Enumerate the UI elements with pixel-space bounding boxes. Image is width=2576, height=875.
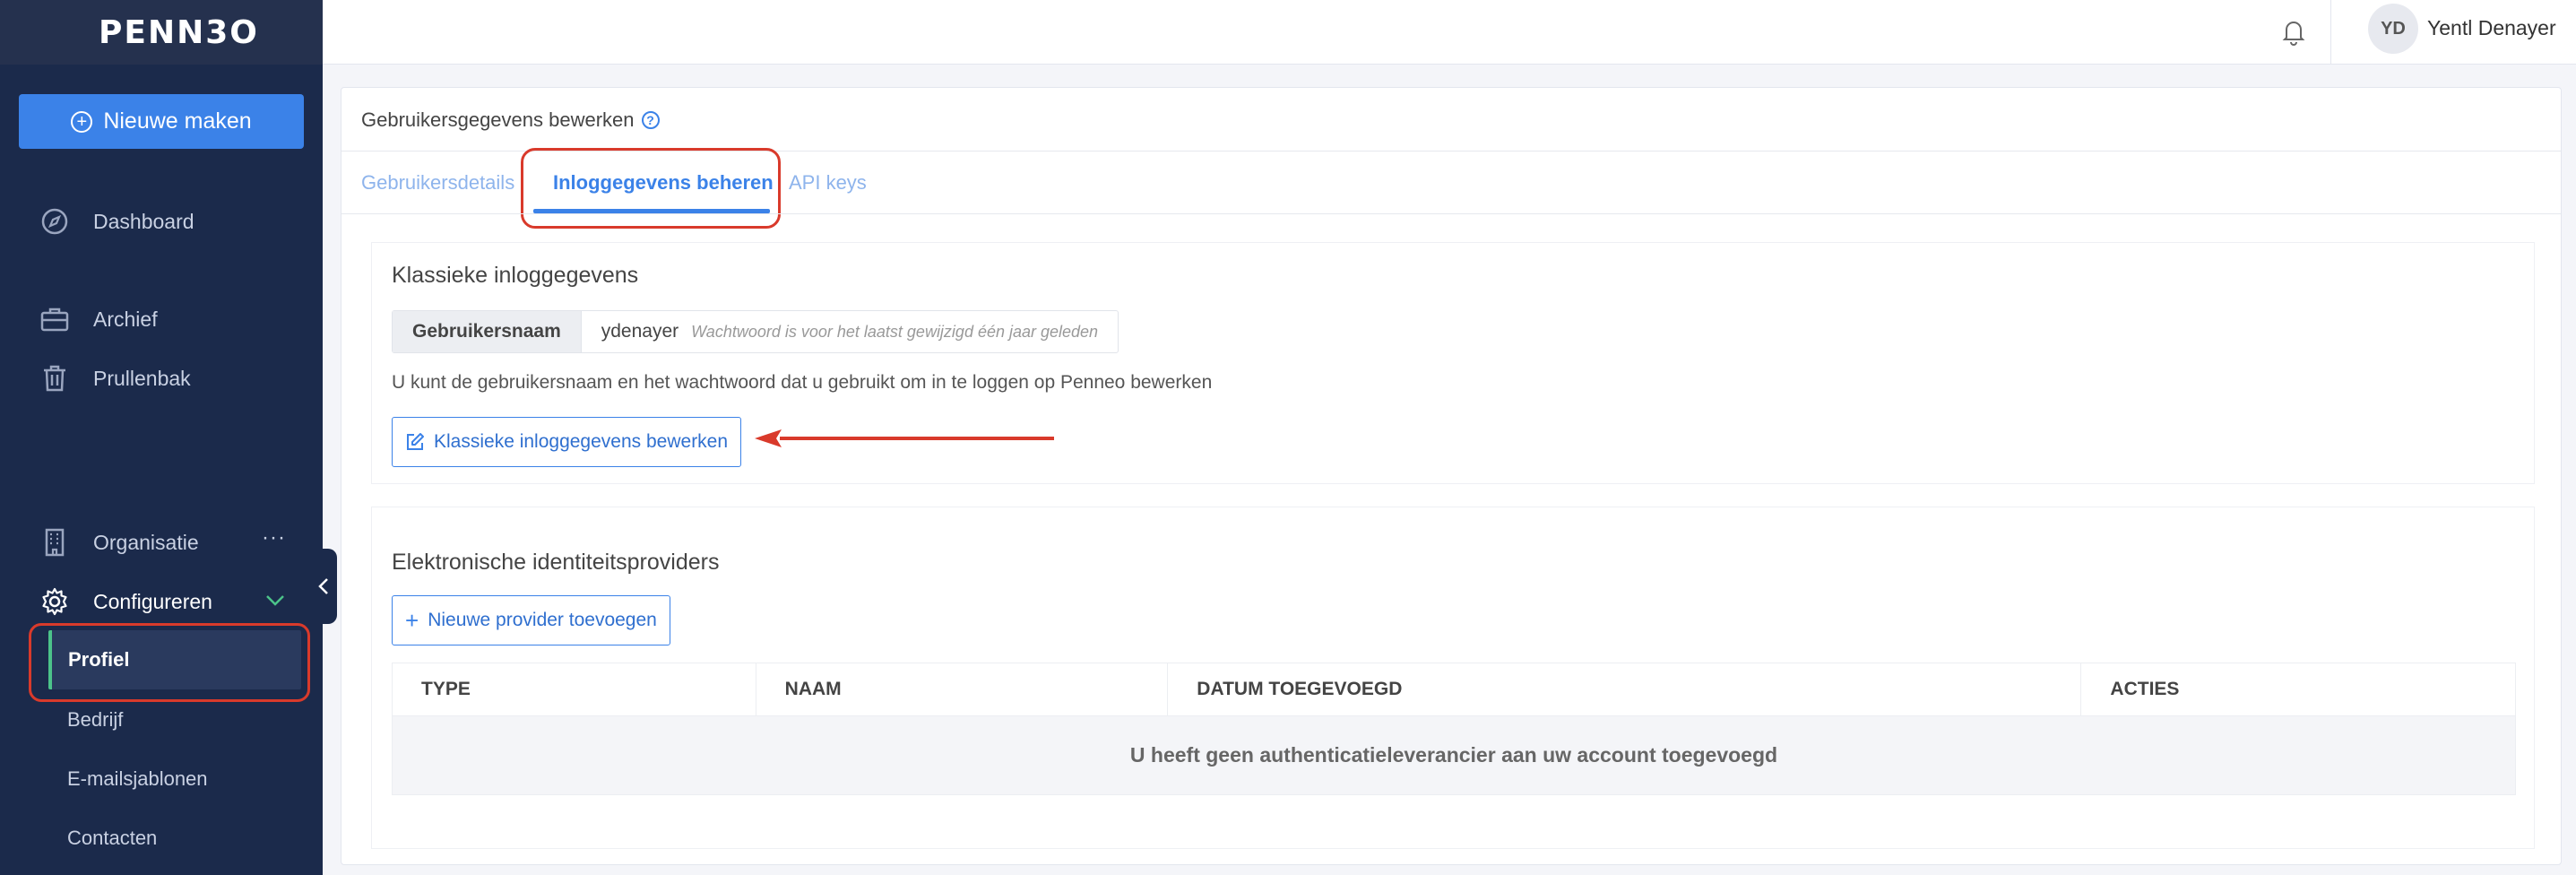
plus-circle-icon: + bbox=[71, 110, 93, 133]
avatar[interactable]: YD bbox=[2368, 4, 2418, 54]
sidebar-item-organisatie[interactable]: Organisatie bbox=[39, 527, 199, 558]
chevron-left-icon bbox=[318, 578, 328, 594]
sidebar-header: PENN3O bbox=[0, 0, 323, 65]
password-hint: Wachtwoord is voor het laatst gewijzigd … bbox=[691, 322, 1099, 341]
sidebar-item-dashboard[interactable]: Dashboard bbox=[39, 206, 194, 237]
trash-icon bbox=[44, 365, 65, 392]
sidebar-subitem-emailsjablonen[interactable]: E-mailsjablonen bbox=[67, 767, 208, 791]
briefcase-icon bbox=[40, 308, 69, 332]
table-header: TYPE NAAM DATUM TOEGEVOEGD ACTIES bbox=[392, 663, 2516, 716]
username-value: ydenayer bbox=[601, 321, 679, 342]
building-icon bbox=[45, 528, 65, 557]
sidebar-item-label: Prullenbak bbox=[93, 366, 191, 390]
sidebar-item-archief[interactable]: Archief bbox=[39, 304, 158, 334]
new-document-button[interactable]: + Nieuwe maken bbox=[19, 94, 304, 149]
identity-providers-section: Elektronische identiteitsproviders + Nie… bbox=[371, 507, 2535, 849]
column-header-type[interactable]: TYPE bbox=[393, 663, 756, 715]
edit-button-label: Klassieke inloggegevens bewerken bbox=[434, 431, 729, 452]
username-label: Gebruikersnaam bbox=[393, 311, 582, 352]
sidebar-item-label: Dashboard bbox=[93, 209, 194, 233]
plus-icon: + bbox=[405, 607, 419, 634]
sidebar: PENN3O + Nieuwe maken Dashboard Archief … bbox=[0, 0, 323, 875]
help-icon[interactable]: ? bbox=[641, 111, 660, 129]
column-header-datum[interactable]: DATUM TOEGEVOEGD bbox=[1168, 663, 2082, 715]
annotation-arrow bbox=[755, 429, 1054, 447]
add-provider-button[interactable]: + Nieuwe provider toevoegen bbox=[392, 595, 670, 645]
sidebar-subitem-contacten[interactable]: Contacten bbox=[67, 827, 157, 850]
page-title: Gebruikersgegevens bewerken ? bbox=[361, 108, 660, 132]
add-provider-label: Nieuwe provider toevoegen bbox=[428, 610, 657, 630]
edit-user-card: Gebruikersgegevens bewerken ? Gebruikers… bbox=[341, 87, 2562, 865]
credentials-description: U kunt de gebruikersnaam en het wachtwoo… bbox=[392, 372, 1213, 393]
annotation-highlight-profiel bbox=[29, 623, 310, 702]
new-document-label: Nieuwe maken bbox=[103, 108, 252, 134]
top-bar bbox=[323, 0, 2576, 65]
sidebar-item-configureren[interactable]: Configureren bbox=[39, 586, 212, 617]
tab-api-keys[interactable]: API keys bbox=[789, 171, 867, 195]
section-title: Klassieke inloggegevens bbox=[392, 263, 639, 288]
compass-icon bbox=[41, 208, 68, 235]
header-divider bbox=[2330, 0, 2331, 65]
sidebar-item-label: Organisatie bbox=[93, 530, 199, 554]
sidebar-subitem-bedrijf[interactable]: Bedrijf bbox=[67, 708, 123, 732]
sidebar-item-prullenbak[interactable]: Prullenbak bbox=[39, 363, 191, 394]
more-options-icon[interactable]: ··· bbox=[262, 525, 286, 550]
edit-classic-credentials-button[interactable]: Klassieke inloggegevens bewerken bbox=[392, 417, 742, 467]
sidebar-item-label: Configureren bbox=[93, 589, 212, 613]
section-title: Elektronische identiteitsproviders bbox=[392, 550, 720, 575]
bell-icon[interactable] bbox=[2278, 16, 2309, 47]
providers-table: TYPE NAAM DATUM TOEGEVOEGD ACTIES U heef… bbox=[392, 663, 2516, 795]
chevron-down-icon[interactable] bbox=[265, 593, 285, 608]
user-name[interactable]: Yentl Denayer bbox=[2427, 16, 2556, 40]
page-title-text: Gebruikersgegevens bewerken bbox=[361, 108, 635, 131]
annotation-highlight-tab bbox=[521, 148, 781, 229]
classic-credentials-section: Klassieke inloggegevens Gebruikersnaam y… bbox=[371, 242, 2535, 484]
penneo-logo: PENN3O bbox=[99, 13, 259, 51]
column-header-acties: ACTIES bbox=[2110, 679, 2180, 699]
divider bbox=[341, 213, 2561, 214]
column-header-naam[interactable]: NAAM bbox=[756, 663, 1169, 715]
sidebar-collapse-button[interactable] bbox=[310, 549, 337, 624]
sidebar-item-label: Archief bbox=[93, 307, 158, 331]
credentials-display: Gebruikersnaam ydenayer Wachtwoord is vo… bbox=[392, 310, 1119, 353]
gear-icon bbox=[42, 587, 67, 616]
tab-gebruikersdetails[interactable]: Gebruikersdetails bbox=[361, 171, 514, 195]
edit-icon bbox=[407, 433, 424, 450]
table-empty-state: U heeft geen authenticatieleverancier aa… bbox=[392, 716, 2516, 795]
